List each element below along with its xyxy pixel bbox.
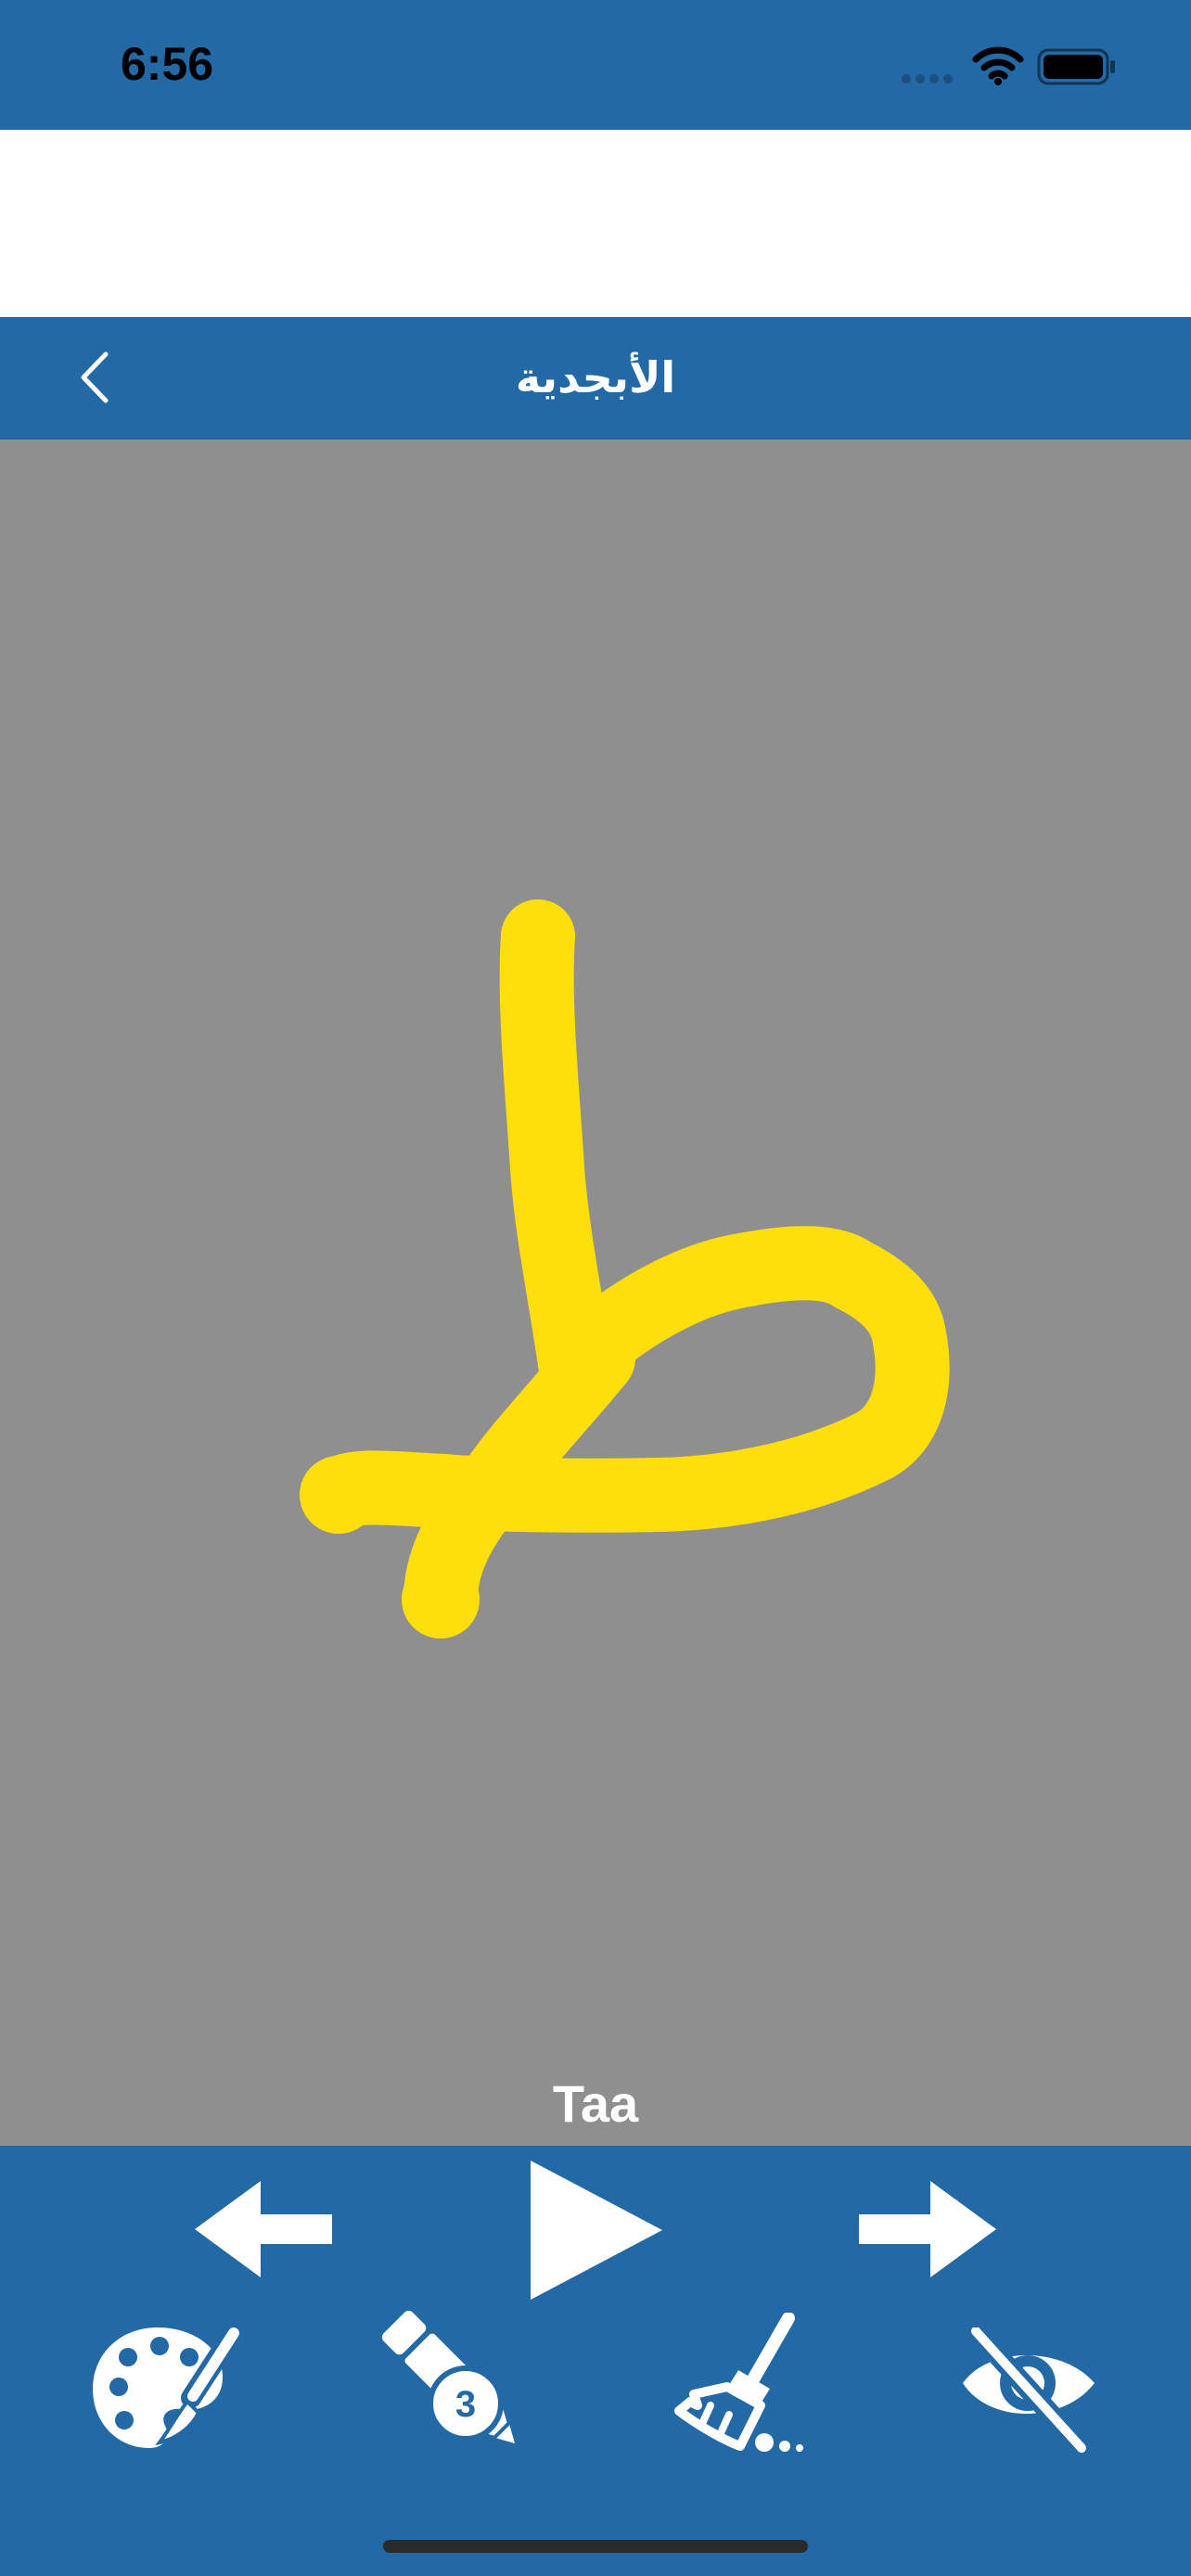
marker-icon[interactable]: 3 [380,2311,529,2455]
eye-slash-icon[interactable] [961,2327,1096,2454]
letter-name: Taa [552,2074,639,2133]
home-indicator [383,2540,808,2553]
arrow-left-icon[interactable] [191,2179,334,2279]
broom-icon[interactable] [673,2313,805,2455]
play-icon[interactable] [527,2161,666,2300]
marker-size-label: 3 [455,2384,476,2425]
palette-icon[interactable] [91,2324,239,2454]
arrow-right-icon[interactable] [857,2179,1000,2279]
